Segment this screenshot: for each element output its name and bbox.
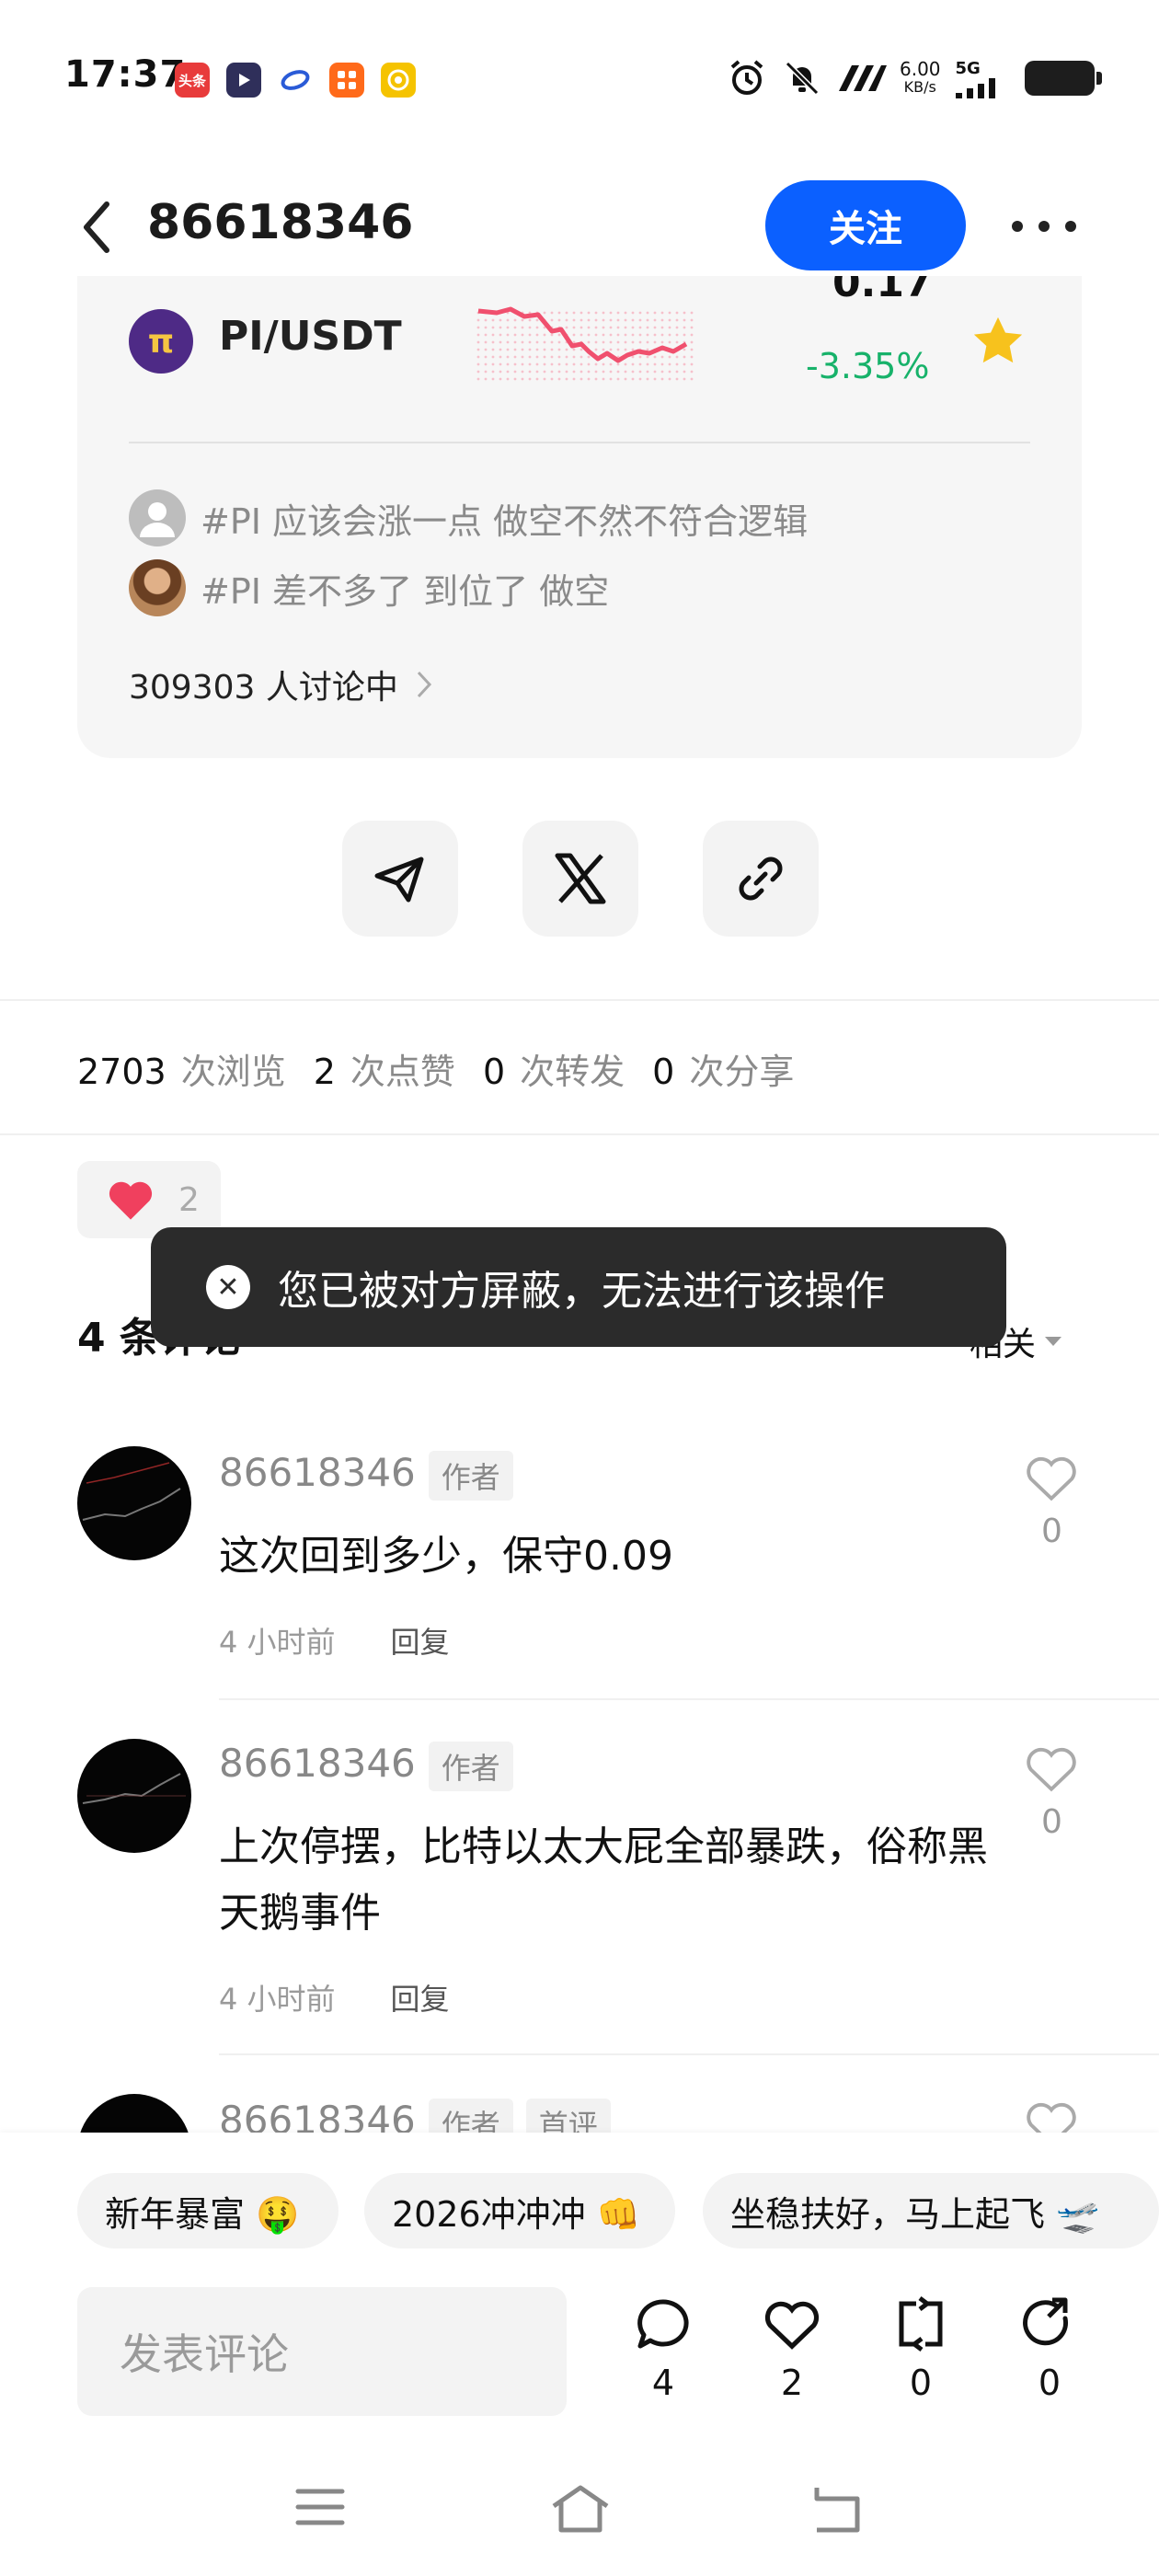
avatar [129,489,186,546]
comments-count: 4 [651,2363,675,2403]
status-time: 17:37 [64,53,187,96]
heart-filled-icon [109,1181,153,1220]
reaction-count: 2 [178,1180,200,1219]
net-speed: 6.00 KB/s [900,58,941,96]
comment-divider [219,2053,1159,2055]
discussion-count: 309303 人讨论中 [129,669,398,707]
reposts-count: 0 [909,2363,933,2403]
likes-count: 2 [313,1052,336,1092]
star-favorite-icon[interactable] [968,311,1028,372]
signal-type-icon [839,65,887,91]
comment-time: 4 小时前 [219,1625,336,1660]
divider [0,1133,1159,1135]
avatar[interactable] [77,1446,191,1560]
post-stats: 2703 次浏览 2 次点赞 0 次转发 0 次分享 [77,1043,821,1094]
discussion-snippet[interactable]: #PI 应该会涨一点 做空不然不符合逻辑 [201,493,808,544]
link-icon [739,857,783,901]
copy-link-button[interactable] [703,821,819,937]
share-action[interactable]: 0 [1008,2296,1091,2403]
shares-count: 0 [1038,2363,1061,2403]
reposts-label: 次转发 [520,1052,625,1092]
video-app-icon [226,63,261,98]
comment-bubble-icon [637,2299,689,2349]
browser-app-icon [278,63,313,98]
comment-author[interactable]: 86618346 作者 [219,1450,513,1501]
page-title: 86618346 [147,195,414,250]
back-nav-icon[interactable] [808,2484,866,2534]
quick-reply-chip[interactable]: 坐稳扶好，马上起飞 🛫 [703,2173,1159,2248]
follow-button[interactable]: 关注 [765,180,966,270]
comment-text: 这次回到多少，保守0.09 [219,1533,673,1580]
quick-reply-chip[interactable]: 2026冲冲冲 👊 [364,2173,675,2248]
heart-outline-icon[interactable] [1025,1454,1078,1503]
reposts-count: 0 [482,1052,506,1092]
repost-icon [899,2296,943,2352]
x-logo-icon [555,853,606,904]
toast-message: 您已被对方屏蔽，无法进行该操作 [278,1268,885,1315]
shares-label: 次分享 [689,1052,795,1092]
discussion-snippet[interactable]: #PI 差不多了 到位了 做空 [201,563,609,614]
price-sparkline [476,306,697,385]
blocked-toast: ✕ 您已被对方屏蔽，无法进行该操作 [151,1227,1006,1347]
discussion-count-link[interactable]: 309303 人讨论中 [129,661,433,708]
telegram-share-button[interactable] [342,821,458,937]
quick-reply-chip[interactable]: 新年暴富 🤑 [77,2173,339,2248]
divider [0,999,1159,1001]
price-value: 0.17 [832,276,933,306]
comments-action[interactable]: 4 [622,2296,705,2403]
comment-author[interactable]: 86618346 作者 [219,1741,513,1791]
author-tag: 作者 [428,1741,513,1791]
chevron-right-icon [417,671,431,698]
comment-meta: 4 小时前 回复 [219,1619,450,1662]
more-icon[interactable] [1012,221,1076,234]
comment-like-count: 0 [1041,1512,1062,1550]
avatar [129,559,186,616]
likes-label: 次点赞 [350,1052,455,1092]
comment-text: 上次停摆，比特以太大屁全部暴跌，俗称黑天鹅事件 [219,1823,988,1937]
views-count: 2703 [77,1052,166,1092]
menu-nav-icon[interactable] [293,2484,348,2530]
pi-coin-logo: π [129,309,193,374]
status-icons: 6.00 KB/s 5G [727,55,1011,101]
caret-down-icon [1045,1337,1062,1346]
mute-icon [785,61,820,96]
telegram-icon [374,857,424,903]
shares-count: 0 [652,1052,675,1092]
views-label: 次浏览 [180,1052,286,1092]
heart-outline-icon[interactable] [1025,1744,1078,1794]
repost-action[interactable]: 0 [879,2296,962,2403]
share-arrow-icon [1023,2297,1069,2346]
comment-like-count: 0 [1041,1803,1062,1841]
alarm-icon [730,60,763,95]
toutiao-icon: 头条 [175,63,210,98]
card-divider [129,442,1030,443]
cell-signal-icon: 5G [955,59,1011,98]
trading-pair: PI/USDT [219,313,402,360]
grid-app-icon [329,63,364,98]
price-change: -3.35% [806,346,930,386]
battery-icon [1025,61,1102,96]
like-action[interactable]: 2 [751,2296,833,2403]
comment-meta: 4 小时前 回复 [219,1976,450,2018]
badge-app-icon [381,63,416,98]
avatar[interactable] [77,1739,191,1853]
comment-divider [219,1698,1159,1700]
reply-button[interactable]: 回复 [391,1619,450,1662]
home-nav-icon[interactable] [548,2484,613,2534]
likes-count: 2 [780,2363,804,2403]
author-tag: 作者 [428,1450,513,1501]
heart-outline-icon [764,2301,820,2350]
comment-time: 4 小时前 [219,1982,336,2017]
error-x-icon: ✕ [206,1265,250,1309]
reply-button[interactable]: 回复 [391,1976,450,2018]
x-share-button[interactable] [522,821,638,937]
comment-input[interactable]: 发表评论 [77,2287,567,2416]
back-icon[interactable] [74,195,120,259]
